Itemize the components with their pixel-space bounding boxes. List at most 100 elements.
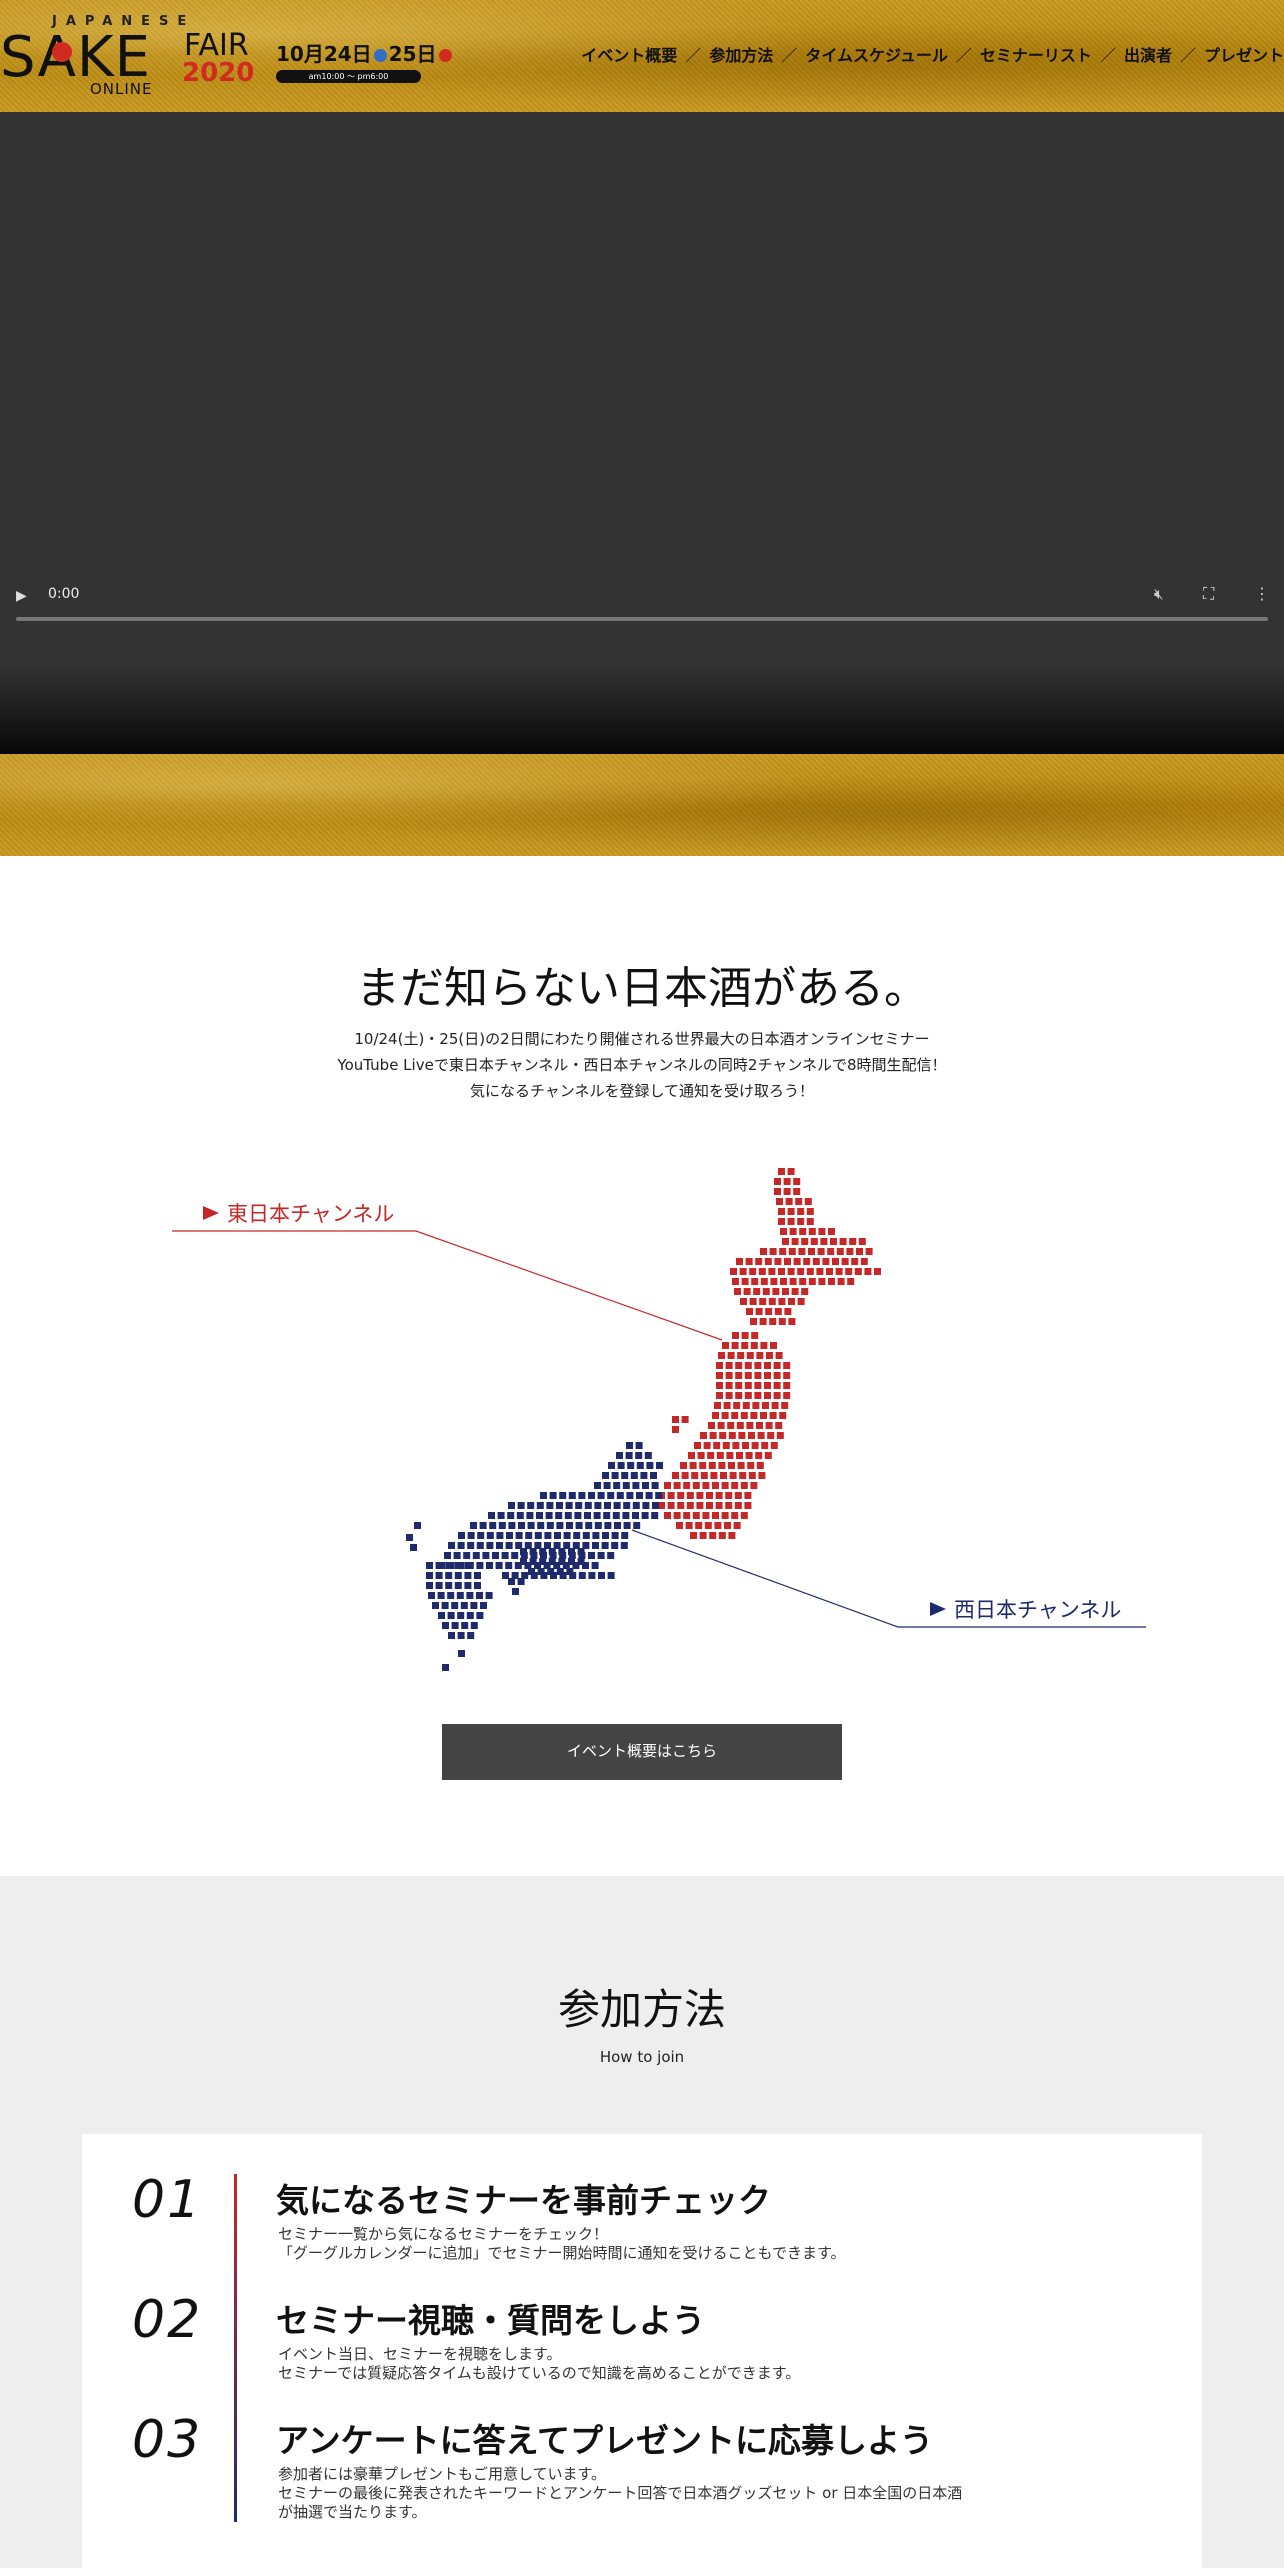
map-dot	[728, 1432, 736, 1439]
map-dot	[770, 1342, 777, 1349]
map-dot	[438, 1612, 445, 1619]
map-dot	[461, 1622, 469, 1629]
map-dot	[755, 1258, 763, 1265]
map-dot	[731, 1342, 739, 1349]
map-dot	[780, 1228, 787, 1235]
map-dot	[841, 1258, 849, 1265]
map-dot	[761, 1442, 769, 1449]
map-dot	[749, 1268, 757, 1275]
nav-item[interactable]: セミナーリスト	[980, 42, 1092, 66]
map-dot	[783, 1178, 791, 1185]
map-dot	[454, 1572, 462, 1579]
west-channel-link[interactable]: 西日本チャンネル	[930, 1594, 1121, 1624]
map-dot	[718, 1352, 725, 1359]
map-dot	[697, 1452, 705, 1459]
map-dot	[442, 1622, 449, 1629]
map-dot	[437, 1592, 445, 1599]
map-dot	[788, 1298, 795, 1305]
event-dates: 10月24日 25日	[276, 38, 452, 67]
nav-item[interactable]: タイムスケジュール	[805, 42, 948, 66]
map-dot	[806, 1208, 814, 1215]
map-dot	[607, 1552, 615, 1559]
map-dot	[832, 1258, 839, 1265]
video-player[interactable]	[0, 112, 1284, 754]
map-dot	[479, 1522, 487, 1529]
map-dot	[689, 1462, 697, 1469]
map-dot	[755, 1308, 763, 1315]
map-dot	[756, 1462, 764, 1469]
map-dot	[783, 1372, 791, 1379]
map-dot	[826, 1268, 833, 1275]
map-dot	[454, 1562, 462, 1569]
logo-red-dot-icon	[52, 42, 72, 62]
sake-fair-logo[interactable]: JAPANESE SAKE FAIR 2020 ONLINE	[0, 12, 270, 102]
video-time: 0:00	[48, 586, 80, 602]
map-dot	[818, 1278, 826, 1285]
map-dot	[712, 1482, 719, 1489]
map-dot	[611, 1542, 619, 1549]
map-dot	[716, 1382, 723, 1389]
map-dot	[751, 1332, 759, 1339]
map-dot	[774, 1308, 782, 1315]
map-dot	[806, 1218, 814, 1225]
fullscreen-icon[interactable]: ⛶	[1203, 584, 1214, 604]
event-overview-button[interactable]: イベント概要はこちら	[442, 1724, 842, 1780]
map-dot	[447, 1592, 455, 1599]
map-dot	[714, 1522, 722, 1529]
map-dot	[700, 1472, 708, 1479]
map-dot	[594, 1522, 602, 1529]
nav-item[interactable]: 出演者	[1124, 42, 1172, 66]
map-dot	[874, 1268, 881, 1275]
map-dot	[699, 1462, 707, 1469]
map-dot	[700, 1432, 707, 1439]
map-dot	[603, 1512, 611, 1519]
east-channel-link[interactable]: 東日本チャンネル	[203, 1198, 394, 1228]
more-icon[interactable]: ⋮	[1254, 584, 1270, 603]
map-dot	[847, 1278, 855, 1285]
video-seek-bar[interactable]	[16, 617, 1268, 621]
map-dot	[518, 1522, 525, 1529]
nav-separator: ／	[1099, 46, 1116, 65]
map-dot	[655, 1492, 663, 1499]
map-dot	[464, 1562, 472, 1569]
map-dot	[667, 1502, 675, 1509]
map-dot	[451, 1602, 459, 1609]
nav-item[interactable]: プレゼント	[1204, 42, 1284, 66]
map-dot	[706, 1502, 713, 1509]
map-dot	[771, 1402, 779, 1409]
map-dot	[748, 1472, 756, 1479]
map-dot	[464, 1572, 472, 1579]
map-dot	[472, 1552, 480, 1559]
map-dot	[677, 1492, 685, 1499]
map-dot	[699, 1532, 707, 1539]
mute-icon[interactable]: 🔇︎	[1154, 585, 1163, 603]
map-dot	[622, 1512, 630, 1519]
map-dot	[704, 1522, 712, 1529]
map-dot	[812, 1258, 820, 1265]
nav-item[interactable]: イベント概要	[581, 42, 677, 66]
map-dot	[806, 1268, 814, 1275]
map-dot	[762, 1288, 770, 1295]
map-dot	[757, 1432, 765, 1439]
map-dot	[803, 1258, 811, 1265]
map-dot	[680, 1462, 687, 1469]
map-dot	[710, 1472, 718, 1479]
map-dot	[724, 1522, 731, 1529]
map-dot	[688, 1452, 695, 1459]
map-dot	[703, 1442, 711, 1449]
nav-item[interactable]: 参加方法	[709, 42, 773, 66]
map-dot	[591, 1562, 599, 1569]
map-dot	[797, 1208, 805, 1215]
map-dot	[426, 1582, 433, 1589]
event-time: am10:00 〜 pm6:00	[276, 70, 421, 83]
play-icon[interactable]: ▶	[16, 588, 27, 604]
map-dot	[784, 1308, 792, 1315]
map-dot	[731, 1412, 739, 1419]
map-dot	[860, 1258, 868, 1265]
map-dot	[715, 1492, 723, 1499]
map-dot	[636, 1492, 643, 1499]
west-channel-label: 西日本チャンネル	[954, 1598, 1122, 1622]
map-dot	[751, 1278, 759, 1285]
map-dot	[856, 1248, 863, 1255]
map-dot	[528, 1568, 535, 1575]
